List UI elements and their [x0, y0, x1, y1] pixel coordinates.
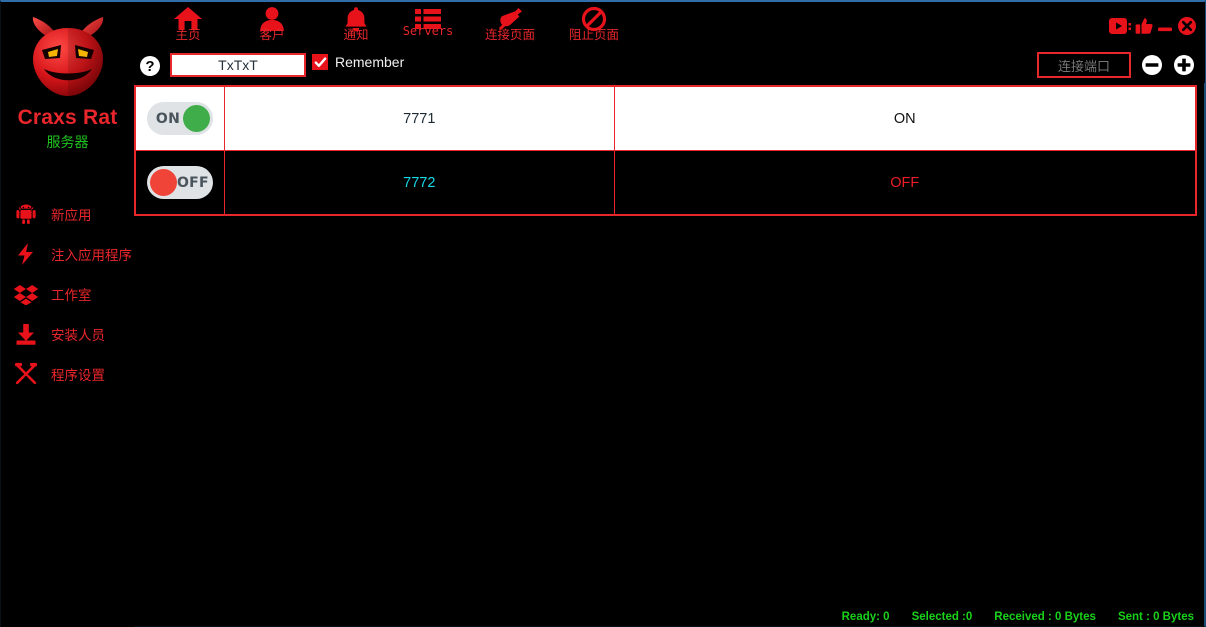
control-bar: ? Remember 连接端口: [134, 49, 1205, 83]
sidebar-item-inject-app[interactable]: 注入应用程序: [1, 234, 134, 274]
toolbar-item-servers[interactable]: Servers: [382, 6, 474, 48]
sidebar-item-label: 安装人员: [51, 324, 105, 344]
toolbar-item-label: 连接页面: [464, 24, 556, 43]
toggle-switch-on[interactable]: ON: [147, 102, 213, 135]
thumbs-up-icon[interactable]: [1135, 17, 1153, 35]
sidebar-item-studio[interactable]: 工作室: [1, 274, 134, 314]
window-controls: [1109, 16, 1197, 36]
table-row[interactable]: OFF 7772 OFF: [136, 151, 1196, 215]
sidebar: Craxs Rat 服务器: [1, 2, 134, 627]
android-icon: [13, 201, 39, 227]
lightning-bolt-icon: [13, 241, 39, 267]
toolbar-item-block-page[interactable]: 阻止页面: [548, 6, 640, 48]
status-selected: Selected :0: [912, 611, 973, 623]
top-toolbar: 主页 客户 通知: [134, 2, 1205, 49]
remember-checkbox-group[interactable]: Remember: [312, 54, 404, 70]
brand-subtitle: 服务器: [1, 132, 134, 152]
download-icon: [13, 321, 39, 347]
status-ready: Ready: 0: [842, 611, 890, 623]
remove-port-button[interactable]: [1141, 54, 1163, 76]
brand-name: Craxs Rat: [1, 106, 134, 130]
sidebar-item-new-app[interactable]: 新应用: [1, 194, 134, 234]
row-state-value: ON: [614, 87, 1195, 151]
ports-table: ON 7771 ON OFF 7772 OFF: [134, 85, 1197, 216]
toggle-label: OFF: [177, 175, 214, 191]
sidebar-menu: 新应用 注入应用程序: [1, 194, 134, 394]
add-port-button[interactable]: [1173, 54, 1195, 76]
close-icon[interactable]: [1177, 16, 1197, 36]
sidebar-item-label: 工作室: [51, 284, 92, 304]
toolbar-item-connect-page[interactable]: 连接页面: [464, 6, 556, 48]
status-bar: Ready: 0 Selected :0 Received : 0 Bytes …: [842, 611, 1194, 623]
status-received: Received : 0 Bytes: [994, 611, 1096, 623]
devil-logo-icon: [20, 14, 116, 100]
remember-label: Remember: [335, 54, 404, 70]
toggle-switch-off[interactable]: OFF: [147, 166, 213, 199]
toolbar-item-client[interactable]: 客户: [226, 6, 318, 48]
row-state-value: OFF: [614, 151, 1195, 215]
tools-icon: [13, 361, 39, 387]
search-input[interactable]: [170, 53, 306, 77]
toolbar-item-label: Servers: [382, 24, 474, 38]
row-toggle-cell[interactable]: ON: [136, 87, 225, 151]
row-port-value: 7772: [224, 151, 614, 215]
toolbar-item-label: 客户: [226, 24, 318, 43]
sidebar-item-label: 注入应用程序: [51, 244, 132, 264]
status-sent: Sent : 0 Bytes: [1118, 611, 1194, 623]
youtube-icon[interactable]: [1109, 18, 1131, 34]
sidebar-item-settings[interactable]: 程序设置: [1, 354, 134, 394]
toolbar-item-home[interactable]: 主页: [142, 6, 234, 48]
toggle-knob: [150, 169, 177, 196]
toggle-label: ON: [147, 111, 183, 127]
toolbar-item-label: 阻止页面: [548, 24, 640, 43]
toggle-knob: [183, 105, 210, 132]
table-row[interactable]: ON 7771 ON: [136, 87, 1196, 151]
brand-logo-block: Craxs Rat 服务器: [1, 2, 134, 152]
connect-port-button[interactable]: 连接端口: [1037, 52, 1131, 78]
sidebar-item-label: 新应用: [51, 204, 92, 224]
sidebar-item-installer[interactable]: 安装人员: [1, 314, 134, 354]
help-icon[interactable]: ?: [140, 56, 160, 76]
toolbar-item-label: 主页: [142, 24, 234, 43]
checkbox-checked-icon[interactable]: [312, 54, 328, 70]
row-port-value: 7771: [224, 87, 614, 151]
minimize-icon[interactable]: [1157, 18, 1173, 34]
sidebar-item-label: 程序设置: [51, 364, 105, 384]
dropbox-icon: [13, 281, 39, 307]
row-toggle-cell[interactable]: OFF: [136, 151, 225, 215]
application-window: Craxs Rat 服务器: [0, 0, 1206, 627]
